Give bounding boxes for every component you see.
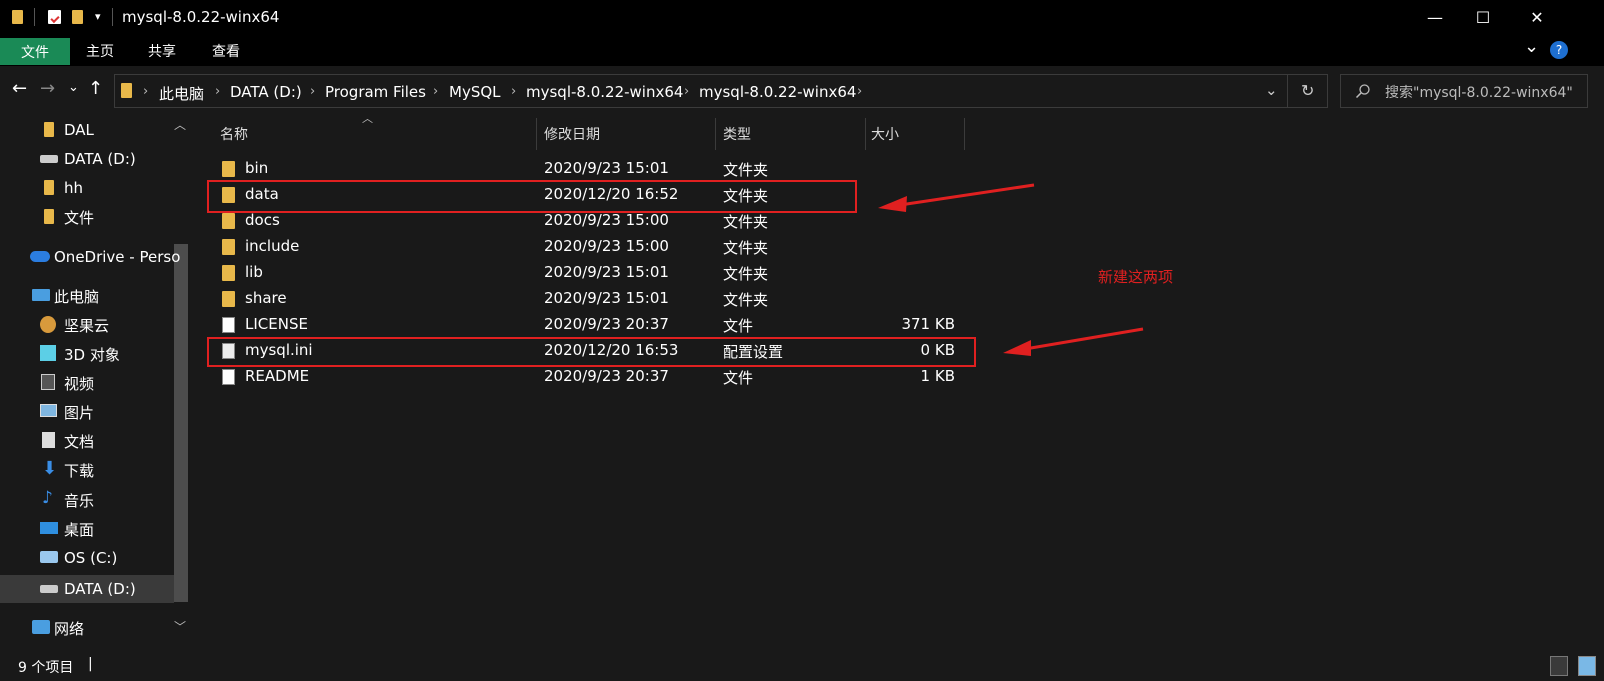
large-icons-view-icon[interactable] (1578, 656, 1596, 676)
status-divider: | (88, 656, 93, 672)
details-view-icon[interactable] (1550, 656, 1568, 676)
item-count: 9 个项目 (18, 660, 74, 676)
annotation-arrows (878, 183, 1144, 356)
status-bar: 9 个项目 | (0, 652, 1604, 681)
arrow-to-data (878, 183, 1035, 212)
arrow-to-mysql-ini (1003, 327, 1144, 356)
annotation-label: 新建这两项 (1098, 268, 1174, 286)
